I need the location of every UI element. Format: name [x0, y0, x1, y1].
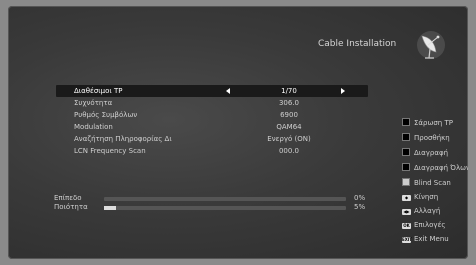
signal-quality-fill [104, 206, 117, 210]
sidebar-item-delete[interactable]: Διαγραφή [402, 148, 448, 157]
row-value: 1/70 [281, 87, 297, 95]
signal-quality-percent: 5% [354, 203, 366, 211]
settings-menu: Διαθέσιμοι TP 1/70 Συχνότητα 306.0 Ρυθμό… [56, 85, 368, 157]
key-hint-change: ◀▶ Αλλαγή [402, 207, 440, 215]
sidebar-item-label: Διαγραφή Όλων [414, 164, 468, 172]
sidebar-item-blind-scan[interactable]: Blind Scan [402, 178, 451, 187]
color-key-icon [402, 148, 410, 156]
exit-key-icon: EXIT [402, 237, 413, 243]
row-value: 306.0 [278, 99, 300, 107]
signal-quality-bar [104, 206, 346, 210]
sidebar: Σάρωση TP Προσθήκη Διαγραφή Διαγραφή Όλω… [402, 6, 468, 259]
sidebar-item-label: Blind Scan [414, 179, 451, 187]
row-value: 000.0 [278, 147, 300, 155]
arrow-left-icon[interactable] [226, 88, 230, 94]
key-hint-label: Αλλαγή [414, 207, 441, 215]
sidebar-item-delete-all[interactable]: Διαγραφή Όλων [402, 163, 468, 172]
signal-level-label: Επίπεδο [54, 194, 82, 202]
signal-level-percent: 0% [354, 194, 366, 202]
row-label: Διαθέσιμοι TP [74, 87, 123, 95]
menu-row-network-search[interactable]: Αναζήτηση Πληροφορίας Δι Ενεργό (ON) [56, 133, 368, 145]
menu-row-modulation[interactable]: Modulation QAM64 [56, 121, 368, 133]
key-hint-options: OK Επιλογές [402, 221, 445, 229]
row-value: 6900 [280, 111, 298, 119]
key-hint-move: ◆ Κίνηση [402, 193, 438, 201]
row-label: Αναζήτηση Πληροφορίας Δι [74, 135, 172, 143]
color-key-icon [402, 163, 410, 171]
signal-level-bar [104, 197, 346, 201]
sidebar-item-scan-tp[interactable]: Σάρωση TP [402, 118, 453, 127]
row-value: QAM64 [276, 123, 302, 131]
row-value: Ενεργό (ON) [267, 135, 311, 143]
tv-screen: Cable Installation Διαθέσιμοι TP 1/70 Συ… [8, 6, 468, 259]
key-hint-label: Κίνηση [414, 193, 439, 201]
row-label: Modulation [74, 123, 113, 131]
key-hint-label: Exit Menu [414, 235, 449, 243]
left-right-key-icon: ◀▶ [402, 209, 411, 215]
page-title: Cable Installation [318, 39, 397, 49]
color-key-icon [402, 118, 410, 126]
sidebar-item-add[interactable]: Προσθήκη [402, 133, 450, 142]
sidebar-item-label: Διαγραφή [414, 149, 449, 157]
menu-row-lcn-frequency-scan[interactable]: LCN Frequency Scan 000.0 [56, 145, 368, 157]
sidebar-item-label: Προσθήκη [414, 134, 450, 142]
key-hint-label: Επιλογές [414, 221, 446, 229]
color-key-icon [402, 133, 410, 141]
row-label: Ρυθμός Συμβόλων [74, 111, 138, 119]
sidebar-item-label: Σάρωση TP [414, 119, 453, 127]
row-label: LCN Frequency Scan [74, 147, 146, 155]
row-label: Συχνότητα [74, 99, 113, 107]
nav-key-icon: ◆ [402, 195, 411, 201]
signal-quality-label: Ποιότητα [54, 203, 88, 211]
menu-row-available-tp[interactable]: Διαθέσιμοι TP 1/70 [56, 85, 368, 97]
menu-row-frequency[interactable]: Συχνότητα 306.0 [56, 97, 368, 109]
arrow-right-icon[interactable] [341, 88, 345, 94]
key-hint-exit: EXIT Exit Menu [402, 235, 449, 243]
menu-row-symbol-rate[interactable]: Ρυθμός Συμβόλων 6900 [56, 109, 368, 121]
ok-key-icon: OK [402, 223, 411, 229]
color-key-icon [402, 178, 410, 186]
